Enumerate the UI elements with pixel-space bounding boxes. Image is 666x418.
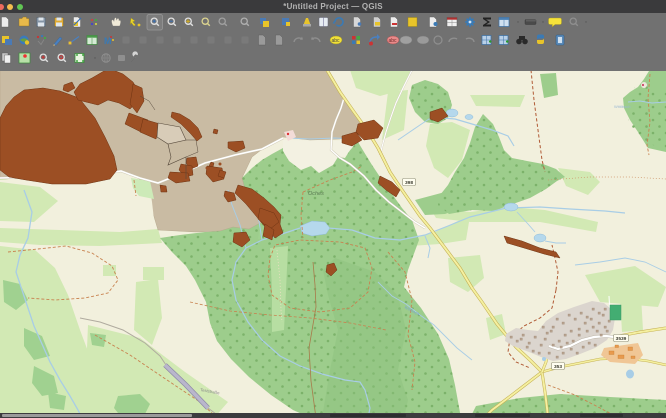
svg-text:353: 353 [554,364,562,370]
svg-text:abc: abc [389,38,398,44]
svg-text:3539: 3539 [616,336,627,342]
svg-text:398: 398 [405,180,413,186]
svg-text:Oches: Oches [308,191,324,197]
svg-text:abc: abc [332,38,341,44]
svg-text:Wittlbach: Wittlbach [614,104,630,109]
